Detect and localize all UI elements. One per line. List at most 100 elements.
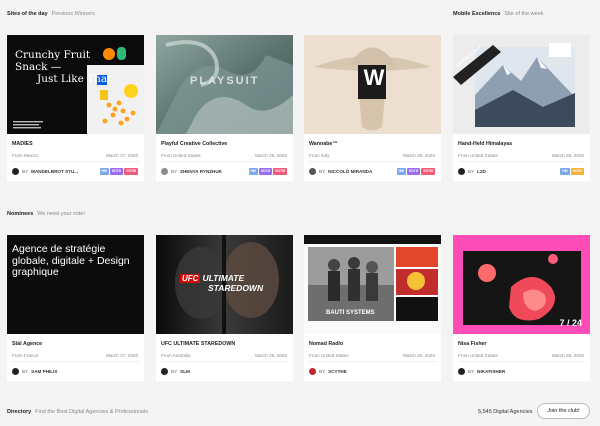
site-name[interactable]: Playful Creative Collective xyxy=(161,141,227,147)
badge-hm: HM xyxy=(99,168,109,175)
site-country: From United States xyxy=(458,153,498,158)
thumb-wordmark: PLAYSUIT xyxy=(190,75,260,87)
thumb-line: Just Like That xyxy=(37,73,112,85)
site-thumbnail[interactable]: W xyxy=(304,35,441,134)
author-byline[interactable]: BY L2D xyxy=(458,168,486,175)
site-thumbnail[interactable]: THE NORTH FACE xyxy=(453,35,590,134)
thumb-line: STAREDOWN xyxy=(208,283,264,293)
award-badges: HM SOTD SOTM xyxy=(248,168,287,175)
site-name[interactable]: Wannabe™ xyxy=(309,141,338,147)
badge-hm: HM xyxy=(560,168,570,175)
author-byline[interactable]: BY ZHENYA RYNZHUK xyxy=(161,168,222,175)
previous-winners-link[interactable]: Previous Winners xyxy=(52,11,95,17)
thumb-line: Crunchy Fruit xyxy=(15,49,91,61)
divider xyxy=(458,161,585,162)
site-thumbnail[interactable]: UFC ULTIMATE STAREDOWN xyxy=(156,235,293,334)
author-name[interactable]: SAM PHILIX xyxy=(31,369,57,374)
badge-sotm: SOTM xyxy=(124,168,138,175)
site-name[interactable]: Stál Agence xyxy=(12,341,42,347)
site-date: March 25, 2020 xyxy=(552,153,584,158)
site-country: From Australia xyxy=(161,353,191,358)
divider xyxy=(458,361,585,362)
by-label: BY xyxy=(468,369,475,374)
section-title: Nominees xyxy=(7,211,34,217)
author-name[interactable]: NICCOLÒ MIRANDA xyxy=(328,169,372,174)
thumb-label: BAUTI SYSTEMS xyxy=(326,310,375,316)
section-mobile: Mobile Excellence Site of the week xyxy=(453,11,544,17)
site-card[interactable]: 7 / 24 Nisa Fisher From United States Ma… xyxy=(453,235,590,381)
section-title: Mobile Excellence xyxy=(453,11,501,17)
by-label: BY xyxy=(319,169,326,174)
author-byline[interactable]: BY NICCOLÒ MIRANDA xyxy=(309,168,372,175)
author-byline[interactable]: BY SLIK xyxy=(161,368,191,375)
site-thumbnail[interactable]: PLAYSUIT xyxy=(156,35,293,134)
author-avatar xyxy=(458,368,465,375)
section-subtitle: Find the Best Digital Agencies & Profess… xyxy=(35,409,148,415)
site-country: From France xyxy=(12,353,39,358)
section-sites-of-day: Sites of the day Previous Winners xyxy=(7,11,95,17)
section-nominees: Nominees We need your vote! xyxy=(7,211,85,217)
badge-sotd: SOTD xyxy=(570,168,584,175)
thumb-headline: Crunchy Fruit Snack — Just Like That xyxy=(15,49,111,85)
author-name[interactable]: SCYTHE xyxy=(328,369,347,374)
site-country: From Mexico xyxy=(12,153,39,158)
section-directory: Directory Find the Best Digital Agencies… xyxy=(7,409,148,415)
badge-sotd: SOTD xyxy=(258,168,273,175)
join-club-button[interactable]: Join the club! xyxy=(537,403,590,419)
by-label: BY xyxy=(171,369,178,374)
site-card[interactable]: UFC ULTIMATE STAREDOWN UFC ULTIMATE STAR… xyxy=(156,235,293,381)
author-byline[interactable]: BY SCYTHE xyxy=(309,368,347,375)
author-avatar xyxy=(161,368,168,375)
divider xyxy=(161,361,288,362)
site-card[interactable]: THE NORTH FACE Hand-Held Himalayas From … xyxy=(453,35,590,181)
site-card[interactable]: W Wannabe™ From Italy March 29, 2020 BY … xyxy=(304,35,441,181)
thumb-line: Snack — xyxy=(15,61,62,73)
site-date: March 29, 2020 xyxy=(403,153,435,158)
author-name[interactable]: MANDELBROT STU... xyxy=(31,169,78,174)
divider xyxy=(12,161,139,162)
ufc-logo: UFC xyxy=(180,274,201,283)
site-date: March 26, 2020 xyxy=(552,353,584,358)
award-badges: HM SOTD SOTM xyxy=(396,168,435,175)
site-card[interactable]: Crunchy Fruit Snack — Just Like That MAD… xyxy=(7,35,144,181)
section-title: Directory xyxy=(7,409,32,415)
site-thumbnail[interactable]: 7 / 24 xyxy=(453,235,590,334)
divider xyxy=(309,161,436,162)
author-byline[interactable]: BY SAM PHILIX xyxy=(12,368,57,375)
thumb-counter: 7 / 24 xyxy=(559,318,582,328)
divider xyxy=(309,361,436,362)
by-label: BY xyxy=(22,169,29,174)
author-avatar xyxy=(458,168,465,175)
site-card[interactable]: Agence de stratégie globale, digitale + … xyxy=(7,235,144,381)
author-name[interactable]: SLIK xyxy=(180,369,190,374)
by-label: BY xyxy=(468,169,475,174)
site-card[interactable]: PLAYSUIT Playful Creative Collective Fro… xyxy=(156,35,293,181)
author-name[interactable]: L2D xyxy=(477,169,486,174)
site-thumbnail[interactable]: Agence de stratégie globale, digitale + … xyxy=(7,235,144,334)
author-byline[interactable]: BY NIKAFISHER xyxy=(458,368,505,375)
badge-sotd: SOTD xyxy=(406,168,421,175)
badge-hm: HM xyxy=(248,168,258,175)
site-thumbnail[interactable]: Crunchy Fruit Snack — Just Like That xyxy=(7,35,144,134)
divider xyxy=(12,361,139,362)
thumb-line: ULTIMATE xyxy=(202,273,245,283)
by-label: BY xyxy=(171,169,178,174)
site-card[interactable]: BAUTI SYSTEMS Nomad Radio From United St… xyxy=(304,235,441,381)
author-name[interactable]: NIKAFISHER xyxy=(477,369,505,374)
site-thumbnail[interactable]: BAUTI SYSTEMS xyxy=(304,235,441,334)
thumbnail-art xyxy=(304,235,441,334)
site-name[interactable]: MADIES xyxy=(12,141,33,147)
divider xyxy=(161,161,288,162)
site-date: March 26, 2020 xyxy=(255,353,287,358)
author-name[interactable]: ZHENYA RYNZHUK xyxy=(180,169,222,174)
author-avatar xyxy=(309,368,316,375)
author-avatar xyxy=(12,368,19,375)
site-name[interactable]: Hand-Held Himalayas xyxy=(458,141,512,147)
author-byline[interactable]: BY MANDELBROT STU... xyxy=(12,168,78,175)
site-name[interactable]: Nomad Radio xyxy=(309,341,343,347)
badge-sotd: SOTD xyxy=(109,168,124,175)
site-name[interactable]: Nisa Fisher xyxy=(458,341,487,347)
thumb-letter: W xyxy=(363,65,385,90)
site-name[interactable]: UFC ULTIMATE STAREDOWN xyxy=(161,341,235,347)
agency-count: 5,545 Digital Agencies xyxy=(478,409,533,415)
